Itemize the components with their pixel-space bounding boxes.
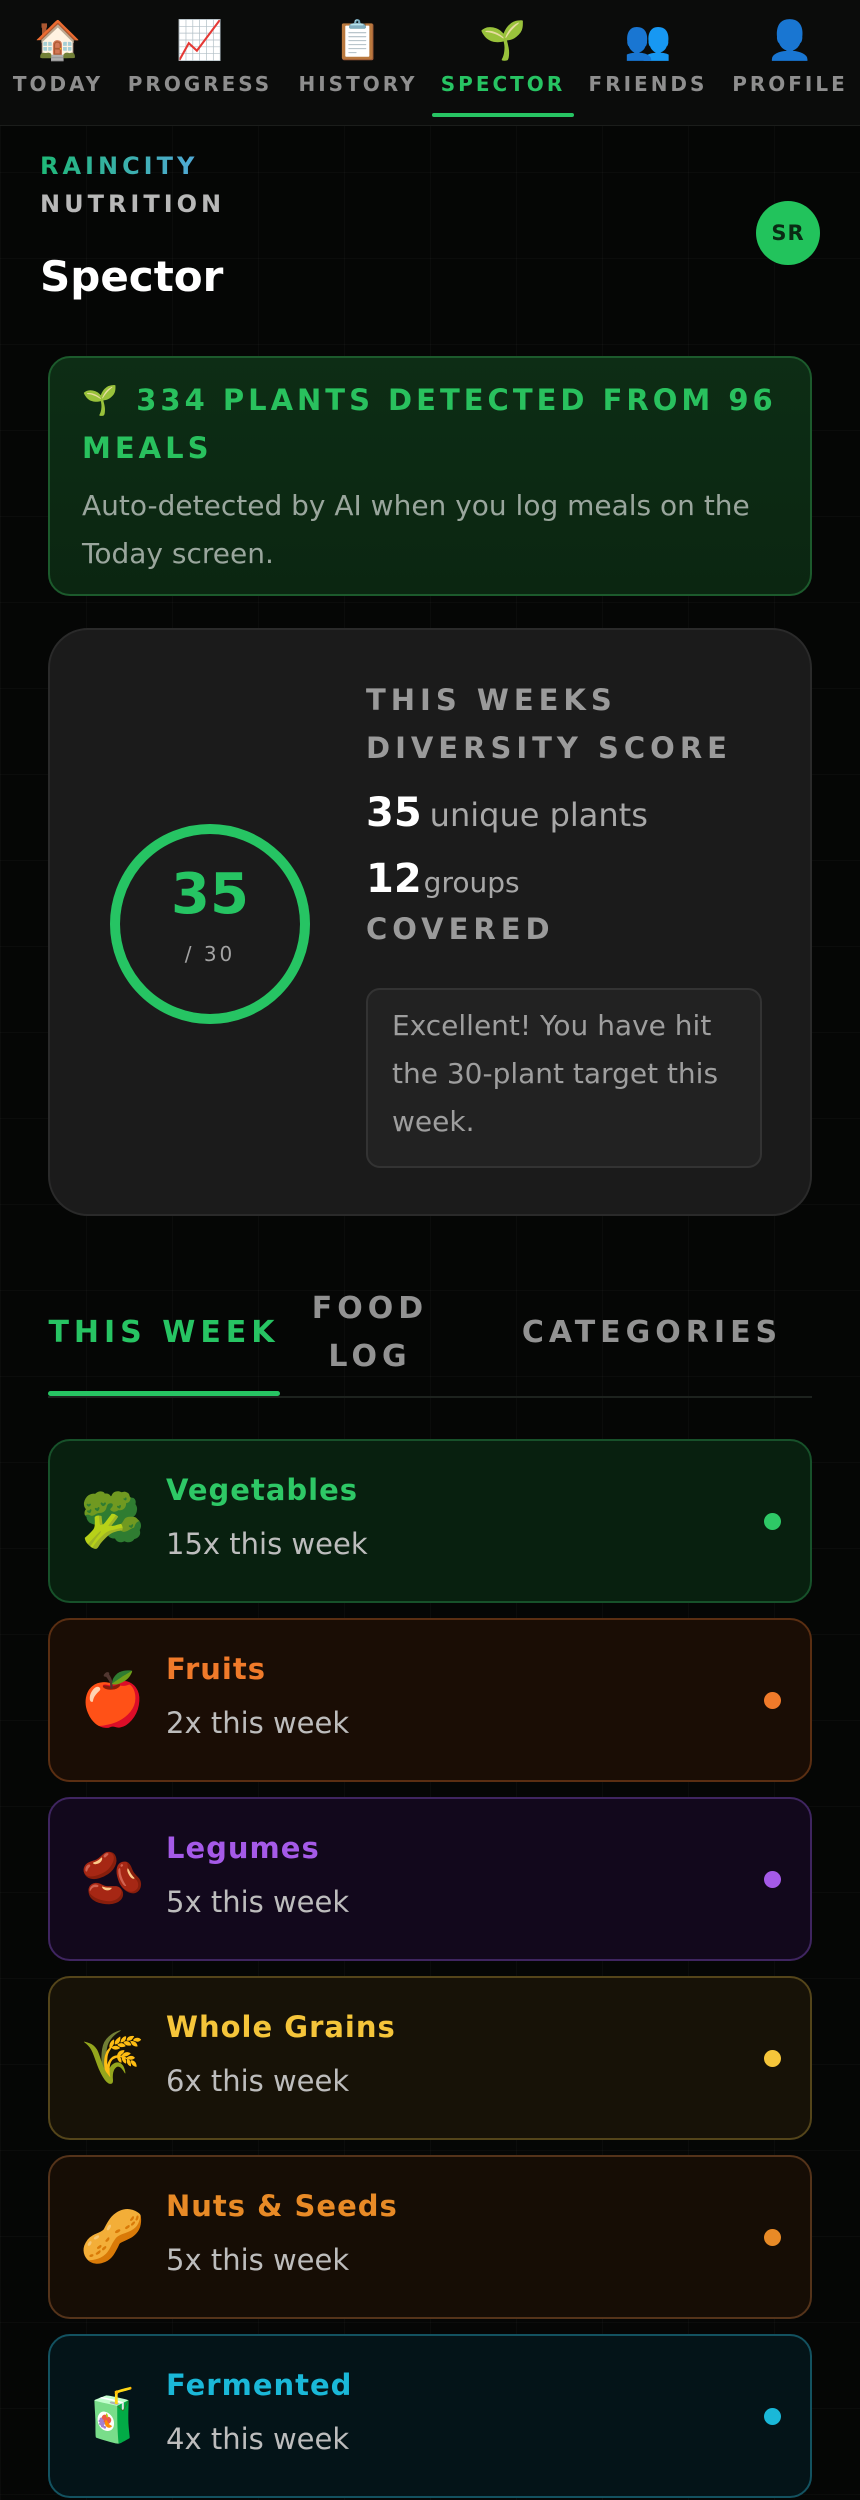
category-name: Vegetables xyxy=(166,1473,359,1507)
category-card-nuts-seeds[interactable]: 🥜 Nuts & Seeds 5x this week xyxy=(48,2155,812,2319)
category-count: 15x this week xyxy=(166,1527,368,1561)
category-card-legumes[interactable]: 🫘 Legumes 5x this week xyxy=(48,1797,812,1961)
score-heading: THIS WEEKS DIVERSITY SCORE xyxy=(366,683,732,765)
tab-food-log[interactable]: FOOD LOG xyxy=(280,1268,460,1398)
category-card-whole-grains[interactable]: 🌾 Whole Grains 6x this week xyxy=(48,1976,812,2140)
brand-name-line1: RAINCITY xyxy=(40,152,225,180)
nav-item-spector[interactable]: 🌱 SPECTOR xyxy=(432,0,574,126)
score-target: / 30 xyxy=(184,942,236,966)
plants-detected-label: 334 PLANTS DETECTED FROM 96 MEALS xyxy=(82,383,777,465)
category-name: Legumes xyxy=(166,1831,320,1865)
nav-label-history: HISTORY xyxy=(298,72,418,96)
status-dot xyxy=(764,1513,781,1530)
juice-box-icon: 🧃 xyxy=(80,2386,145,2446)
category-name: Fermented xyxy=(166,2368,353,2402)
status-dot xyxy=(764,2229,781,2246)
avatar[interactable]: SR xyxy=(756,201,820,265)
status-dot xyxy=(764,2408,781,2425)
tab-categories[interactable]: CATEGORIES xyxy=(492,1268,812,1398)
category-card-fruits[interactable]: 🍎 Fruits 2x this week xyxy=(48,1618,812,1782)
category-count: 5x this week xyxy=(166,1885,350,1919)
groups-covered-label: COVERED xyxy=(366,912,555,946)
groups-label: groups xyxy=(423,866,520,899)
plants-detected-description: Auto-detected by AI when you log meals o… xyxy=(82,489,750,570)
nav-item-progress[interactable]: 📈 PROGRESS xyxy=(126,0,274,126)
chart-up-icon: 📈 xyxy=(176,18,224,62)
groups-stat: 12groups xyxy=(366,856,520,902)
category-name: Nuts & Seeds xyxy=(166,2189,398,2223)
nav-item-history[interactable]: 📋 HISTORY xyxy=(290,0,426,126)
person-icon: 👤 xyxy=(766,18,814,62)
category-card-vegetables[interactable]: 🥦 Vegetables 15x this week xyxy=(48,1439,812,1603)
status-dot xyxy=(764,1871,781,1888)
peanut-icon: 🥜 xyxy=(80,2207,145,2267)
category-count: 4x this week xyxy=(166,2422,350,2456)
house-icon: 🏠 xyxy=(34,18,82,62)
clipboard-icon: 📋 xyxy=(334,18,382,62)
score-message: Excellent! You have hit the 30-plant tar… xyxy=(366,988,762,1168)
tab-this-week[interactable]: THIS WEEK xyxy=(48,1268,280,1398)
score-value: 35 xyxy=(171,862,249,927)
category-count: 6x this week xyxy=(166,2064,350,2098)
diversity-score-card: 35 / 30 THIS WEEKS DIVERSITY SCORE 35 uni… xyxy=(48,628,812,1216)
category-count: 2x this week xyxy=(166,1706,350,1740)
category-name: Fruits xyxy=(166,1652,266,1686)
brand-logo: RAINCITY NUTRITION xyxy=(40,152,225,218)
status-dot xyxy=(764,1692,781,1709)
plants-detected-title: 🌱 334 PLANTS DETECTED FROM 96 MEALS xyxy=(82,376,778,472)
groups-count: 12 xyxy=(366,856,422,902)
wheat-icon: 🌾 xyxy=(80,2028,145,2088)
plants-detected-banner: 🌱 334 PLANTS DETECTED FROM 96 MEALS Auto… xyxy=(48,356,812,596)
unique-plants-count: 35 xyxy=(366,790,422,836)
tab-bar: THIS WEEK FOOD LOG CATEGORIES xyxy=(48,1268,812,1398)
unique-plants-stat: 35 unique plants xyxy=(366,790,648,836)
seedling-icon: 🌱 xyxy=(479,18,527,62)
category-card-fermented[interactable]: 🧃 Fermented 4x this week xyxy=(48,2334,812,2498)
nav-label-profile: PROFILE xyxy=(732,72,848,96)
unique-plants-label: unique plants xyxy=(429,796,648,834)
status-dot xyxy=(764,2050,781,2067)
apple-icon: 🍎 xyxy=(80,1670,145,1730)
page-title: Spector xyxy=(40,252,224,301)
category-name: Whole Grains xyxy=(166,2010,396,2044)
nav-label-friends: FRIENDS xyxy=(588,72,708,96)
people-icon: 👥 xyxy=(624,18,672,62)
category-count: 5x this week xyxy=(166,2243,350,2277)
nav-label-progress: PROGRESS xyxy=(127,72,273,96)
beans-icon: 🫘 xyxy=(80,1849,145,1909)
seedling-icon: 🌱 xyxy=(82,383,123,417)
top-navigation: 🏠 TODAY 📈 PROGRESS 📋 HISTORY 🌱 SPECTOR 👥… xyxy=(0,0,860,126)
nav-item-friends[interactable]: 👥 FRIENDS xyxy=(586,0,710,126)
nav-item-today[interactable]: 🏠 TODAY xyxy=(0,0,116,126)
nav-label-spector: SPECTOR xyxy=(440,72,566,96)
nav-item-profile[interactable]: 👤 PROFILE xyxy=(728,0,852,126)
nav-active-indicator xyxy=(432,113,574,117)
nav-label-today: TODAY xyxy=(12,72,104,96)
broccoli-icon: 🥦 xyxy=(80,1491,145,1551)
tab-active-indicator xyxy=(48,1391,280,1396)
brand-name-line2: NUTRITION xyxy=(40,190,226,218)
